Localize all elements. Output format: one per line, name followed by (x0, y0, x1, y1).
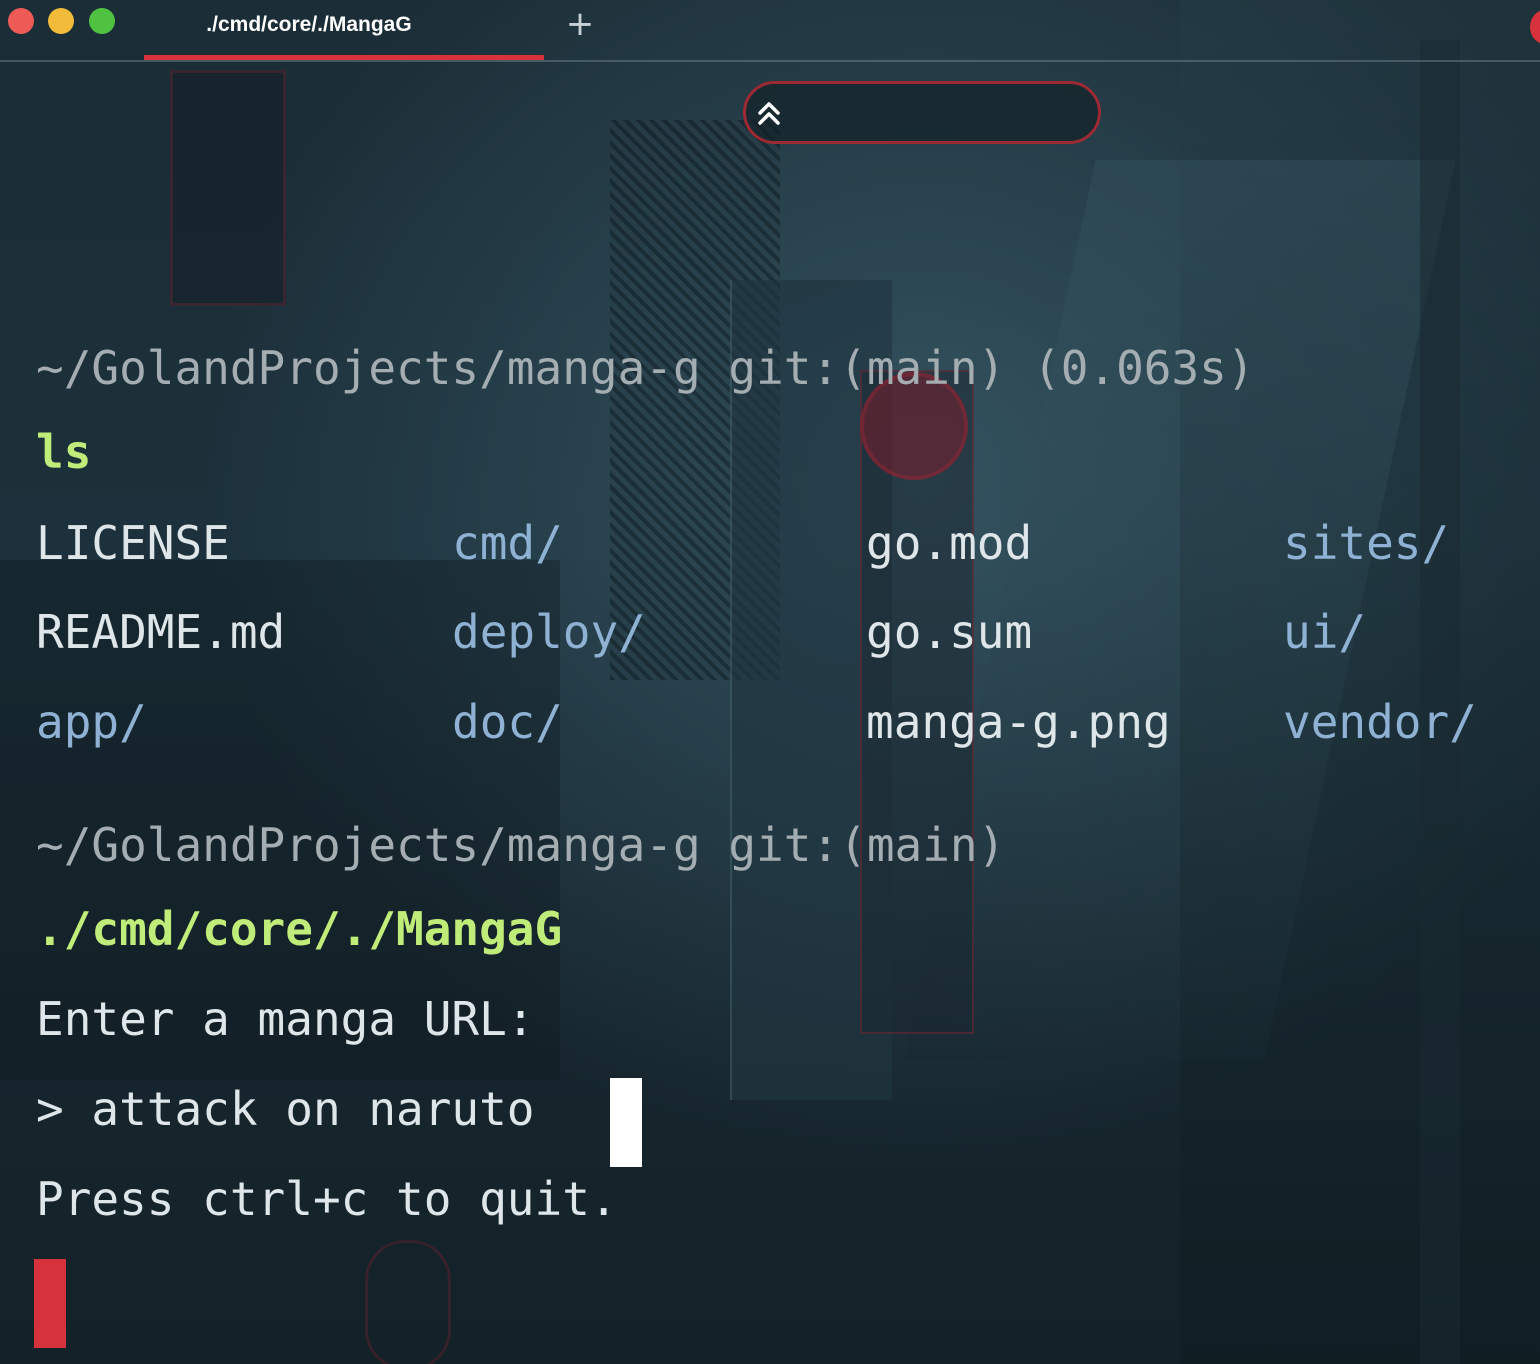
zoom-window-button[interactable] (89, 8, 115, 34)
scroll-to-top-button[interactable] (743, 81, 1101, 144)
close-window-button[interactable] (8, 8, 34, 34)
list-item: LICENSE (36, 516, 230, 570)
output-line: Press ctrl+c to quit. (36, 1172, 618, 1226)
prompt-line: ~/GolandProjects/manga-g git:(main) (36, 818, 1006, 872)
minimize-window-button[interactable] (48, 8, 74, 34)
list-item: cmd/ (452, 516, 563, 570)
list-item: app/ (36, 695, 147, 749)
status-indicator (1530, 10, 1540, 44)
new-tab-button[interactable]: + (562, 4, 598, 44)
double-chevron-up-icon (758, 102, 780, 125)
block-cursor (34, 1259, 66, 1348)
wallpaper-background (0, 0, 1540, 1364)
text-cursor (610, 1078, 642, 1167)
list-item: ui/ (1283, 605, 1367, 659)
command-line: ls (36, 425, 92, 479)
output-line: Enter a manga URL: (36, 992, 535, 1046)
list-item: go.sum (866, 605, 1033, 659)
list-item: deploy/ (452, 605, 646, 659)
list-row: README.md deploy/ go.sum ui/ (36, 604, 1536, 660)
title-bar: ./cmd/core/./MangaG + (0, 0, 1540, 62)
list-item: sites/ (1283, 516, 1450, 570)
list-item: doc/ (452, 695, 563, 749)
input-line[interactable]: > attack on naruto (36, 1081, 535, 1137)
list-item: manga-g.png (866, 695, 1171, 749)
tab-active[interactable]: ./cmd/core/./MangaG (144, 0, 544, 60)
list-item: README.md (36, 605, 286, 659)
list-row: app/ doc/ manga-g.png vendor/ (36, 694, 1536, 750)
list-item: vendor/ (1283, 695, 1477, 749)
list-item: go.mod (866, 516, 1033, 570)
list-row: LICENSE cmd/ go.mod sites/ (36, 515, 1536, 571)
command-line: ./cmd/core/./MangaG (36, 902, 563, 956)
prompt-line: ~/GolandProjects/manga-g git:(main) (0.0… (36, 341, 1255, 395)
tab-title: ./cmd/core/./MangaG (206, 13, 412, 36)
